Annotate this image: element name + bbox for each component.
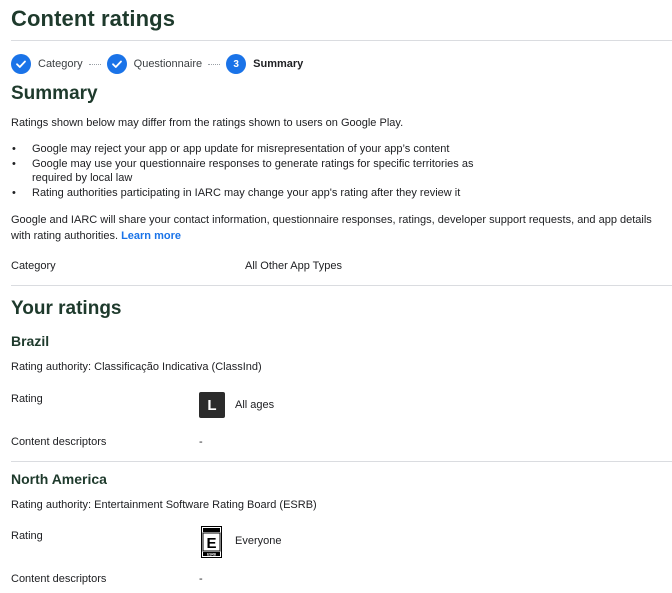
category-value: All Other App Types xyxy=(245,260,343,272)
rating-value: All ages xyxy=(235,399,275,411)
step-connector xyxy=(208,63,221,65)
esrb-everyone-icon: E ESRB xyxy=(201,526,222,558)
summary-intro: Ratings shown below may differ from the … xyxy=(11,117,404,129)
summary-heading: Summary xyxy=(11,83,98,104)
section-divider xyxy=(11,461,672,462)
esrb-wordmark: ESRB xyxy=(207,552,217,556)
category-label: Category xyxy=(11,260,56,272)
step-label: Questionnaire xyxy=(133,58,203,70)
section-divider xyxy=(11,285,672,286)
learn-more-link[interactable]: Learn more xyxy=(121,230,181,242)
list-item: Google may reject your app or app update… xyxy=(11,142,481,156)
classind-l-badge-icon: L xyxy=(199,392,225,418)
region-name: Brazil xyxy=(11,333,50,349)
rating-label: Rating xyxy=(11,530,43,542)
stepper: Category Questionnaire 3 Summary xyxy=(11,53,303,75)
checkmark-icon xyxy=(11,54,31,74)
summary-bullets: Google may reject your app or app update… xyxy=(11,142,481,201)
step-number: 3 xyxy=(226,54,247,74)
step-label: Summary xyxy=(253,58,304,70)
rating-authority: Rating authority: Entertainment Software… xyxy=(11,499,317,511)
bullet-text-line-2: required by local law xyxy=(32,172,133,184)
esrb-letter: E xyxy=(206,535,216,552)
rating-value: Everyone xyxy=(235,535,282,547)
rating-authority: Rating authority: Classificação Indicati… xyxy=(11,361,262,373)
header-divider xyxy=(11,40,672,41)
checkmark-icon xyxy=(106,54,127,74)
content-descriptors-value: - xyxy=(199,436,203,448)
content-descriptors-value: - xyxy=(199,573,203,585)
ratings-heading: Your ratings xyxy=(11,298,122,319)
list-item: Rating authorities participating in IARC… xyxy=(11,186,481,200)
list-item: Google may use your questionnaire respon… xyxy=(11,157,481,185)
content-descriptors-label: Content descriptors xyxy=(11,573,107,585)
badge-letter: L xyxy=(207,396,217,414)
content-descriptors-label: Content descriptors xyxy=(11,436,107,448)
rating-label: Rating xyxy=(11,393,43,405)
step-questionnaire[interactable]: Questionnaire xyxy=(106,54,203,74)
bullet-text-line-1: Google may use your questionnaire respon… xyxy=(32,158,474,170)
step-category[interactable]: Category xyxy=(11,54,83,74)
step-label: Category xyxy=(38,58,83,70)
step-connector xyxy=(88,63,101,65)
page-title: Content ratings xyxy=(11,6,176,31)
sharing-paragraph: Google and IARC will share your contact … xyxy=(11,212,671,244)
step-summary[interactable]: 3 Summary xyxy=(226,54,303,74)
region-name: North America xyxy=(11,471,107,487)
sharing-text: Google and IARC will share your contact … xyxy=(11,214,652,242)
